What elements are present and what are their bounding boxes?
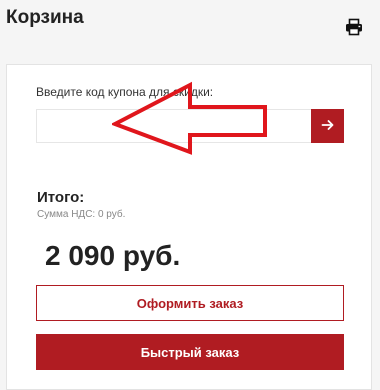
coupon-label: Введите код купона для скидки: xyxy=(36,85,214,99)
vat-amount: Сумма НДС: 0 руб. xyxy=(37,209,126,220)
arrow-right-icon xyxy=(321,119,335,135)
cart-summary-card: Введите код купона для скидки: Итого: Су… xyxy=(6,64,372,390)
printer-icon[interactable] xyxy=(345,18,363,36)
checkout-button[interactable]: Оформить заказ xyxy=(36,285,344,321)
quick-order-button[interactable]: Быстрый заказ xyxy=(36,334,344,370)
total-label: Итого: xyxy=(37,189,85,206)
coupon-input[interactable] xyxy=(36,109,311,143)
total-price: 2 090 руб. xyxy=(45,240,181,271)
page-title: Корзина xyxy=(6,7,84,28)
apply-coupon-button[interactable] xyxy=(311,109,344,143)
